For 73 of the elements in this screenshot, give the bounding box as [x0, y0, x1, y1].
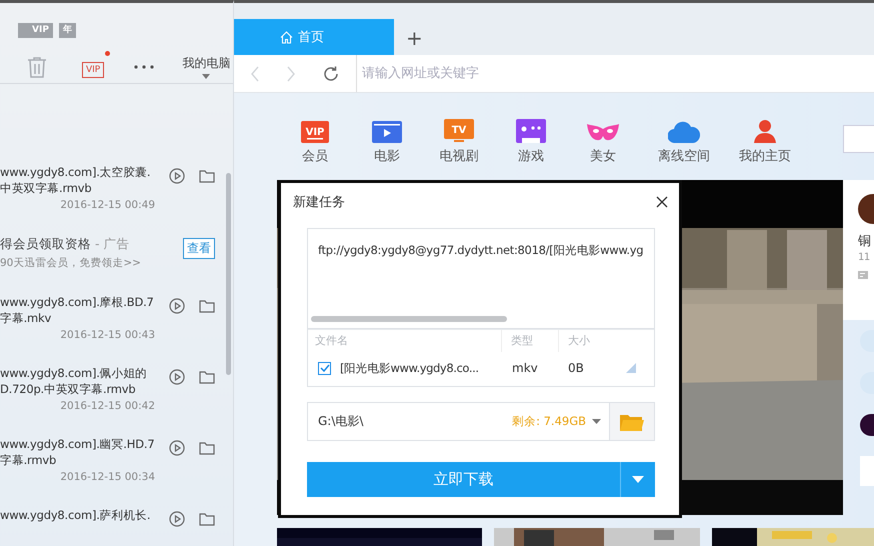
address-field[interactable]: 请输入网址或关键字: [356, 55, 874, 93]
nav-label[interactable]: 电视剧: [440, 147, 478, 165]
column-header: 大小: [567, 333, 590, 349]
folder-icon[interactable]: [199, 300, 215, 313]
video-icon[interactable]: [372, 121, 402, 143]
file-name: www.ygdy8.com].佩小姐的: [0, 365, 147, 381]
folder-button[interactable]: [610, 402, 655, 441]
nav-label[interactable]: 离线空间: [658, 147, 710, 165]
file-name: www.ygdy8.com].太空胶囊.: [0, 164, 150, 180]
folder-icon[interactable]: [199, 442, 215, 455]
location-dropdown[interactable]: 我的电脑: [182, 55, 230, 79]
folder-icon[interactable]: [199, 513, 215, 526]
column-header: 文件名: [308, 330, 502, 352]
file-name: 中英双字幕.rmvb: [0, 180, 92, 196]
checkbox[interactable]: [318, 362, 331, 374]
nav-label[interactable]: 美女: [590, 147, 616, 165]
file-name: www.ygdy8.com].幽冥.HD.7: [0, 436, 154, 452]
card-background: [860, 456, 874, 486]
search-field[interactable]: [843, 125, 874, 153]
folder-icon[interactable]: [199, 371, 215, 384]
card-meta: 11: [858, 252, 870, 263]
download-time: 2016-12-15 00:43: [60, 329, 155, 341]
folder-icon[interactable]: [199, 170, 215, 183]
download-time: 2016-12-15 00:42: [60, 400, 155, 412]
home-icon[interactable]: [280, 30, 293, 44]
nav-label[interactable]: 我的主页: [739, 147, 791, 165]
nav-label[interactable]: 游戏: [518, 147, 544, 165]
caret-icon[interactable]: [592, 419, 601, 424]
ad-title: 得会员领取资格 - 广告: [0, 235, 130, 253]
play-icon[interactable]: [169, 298, 185, 314]
download-time: 2016-12-15 00:49: [60, 199, 155, 211]
file-name: D.720p.中英双字幕.rmvb: [0, 381, 136, 397]
card-title[interactable]: 铜: [858, 232, 871, 250]
file-size: 0B: [568, 361, 585, 375]
file-name: 字幕.mkv: [0, 310, 52, 326]
play-icon[interactable]: [169, 369, 185, 385]
avatar[interactable]: [860, 414, 874, 436]
save-path-dropdown[interactable]: G:\电影\ 剩余: 7.49GB: [307, 402, 610, 441]
download-time: 2016-12-15 00:34: [60, 471, 155, 483]
trash-icon[interactable]: [26, 56, 48, 78]
gamepad-icon[interactable]: [516, 119, 546, 143]
refresh-icon[interactable]: [322, 64, 340, 82]
scrollbar[interactable]: [226, 173, 231, 375]
view-button[interactable]: 查看: [183, 238, 215, 259]
cloud-icon[interactable]: [668, 119, 700, 143]
more-icon[interactable]: [134, 65, 154, 69]
play-icon[interactable]: [169, 168, 185, 184]
close-icon[interactable]: [656, 196, 668, 208]
file-name: www.ygdy8.com].萨利机长.: [0, 507, 150, 523]
user-icon[interactable]: [753, 119, 777, 143]
play-icon[interactable]: [169, 511, 185, 527]
new-tab-button[interactable]: +: [402, 21, 427, 55]
caret-icon[interactable]: [202, 74, 210, 79]
play-icon[interactable]: [169, 440, 185, 456]
file-type: mkv: [512, 361, 539, 375]
avatar[interactable]: [858, 194, 874, 224]
ad-subtitle: 90天迅雷会员，免费领走>>: [0, 256, 142, 270]
file-name: www.ygdy8.com].摩根.BD.7: [0, 294, 154, 310]
vip-icon[interactable]: VIP: [82, 62, 104, 78]
url-field[interactable]: ftp://ygdy8:ygdy8@yg77.dydytt.net:8018/[阳光电影www.yg: [307, 228, 655, 328]
file-name: 字幕.rmvb: [0, 452, 56, 468]
dropdown-button[interactable]: [620, 462, 655, 497]
dialog-title: 新建任务: [293, 194, 345, 211]
nav-label[interactable]: 电影: [374, 147, 400, 165]
column-header: 类型: [502, 330, 559, 352]
scrollbar[interactable]: [311, 316, 507, 322]
vip-badge: 年: [58, 23, 76, 38]
nav-label[interactable]: 会员: [302, 147, 328, 165]
mask-icon[interactable]: [586, 121, 620, 143]
caret-icon[interactable]: [632, 476, 644, 483]
file-name: [阳光电影www.ygdy8.co...: [340, 360, 480, 376]
vip-icon[interactable]: VIP: [301, 121, 329, 143]
vip-badge: VIP: [18, 23, 53, 38]
